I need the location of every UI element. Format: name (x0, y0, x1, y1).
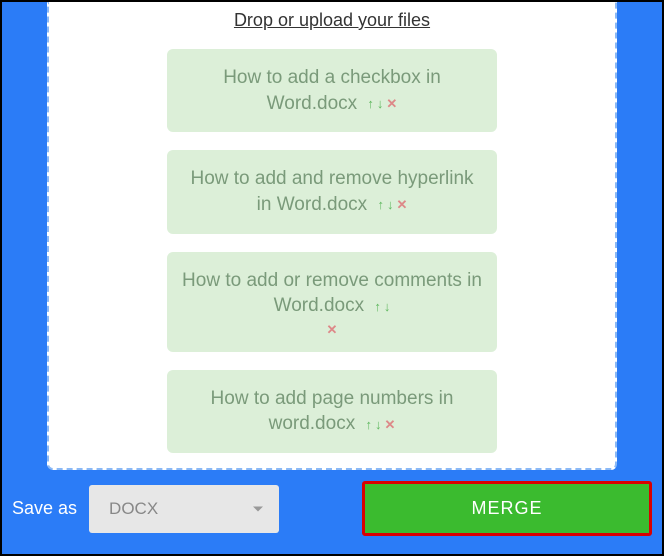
move-up-icon[interactable]: ↑ (367, 97, 374, 110)
dropzone[interactable]: Drop or upload your files How to add a c… (47, 2, 617, 470)
remove-icon[interactable]: ✕ (386, 97, 397, 110)
save-as-label: Save as (12, 498, 77, 519)
file-name: How to add or remove comments in Word.do… (182, 270, 482, 317)
move-up-icon[interactable]: ↑ (365, 418, 372, 431)
format-select[interactable]: DOCX (89, 485, 279, 533)
file-actions: ↑ ↓ (374, 300, 390, 313)
file-item[interactable]: How to add and remove hyperlink in Word.… (167, 150, 497, 233)
move-up-icon[interactable]: ↑ (374, 300, 381, 313)
move-down-icon[interactable]: ↓ (377, 97, 384, 110)
file-actions: ↑ ↓ ✕ (367, 97, 397, 110)
file-actions: ↑ ↓ ✕ (377, 198, 407, 211)
merge-button[interactable]: MERGE (362, 481, 652, 536)
file-item[interactable]: How to add or remove comments in Word.do… (167, 252, 497, 352)
move-down-icon[interactable]: ↓ (375, 418, 382, 431)
move-down-icon[interactable]: ↓ (384, 300, 391, 313)
dropzone-header[interactable]: Drop or upload your files (234, 10, 430, 31)
file-name: How to add and remove hyperlink in Word.… (190, 168, 473, 215)
remove-icon[interactable]: ✕ (396, 198, 407, 211)
move-up-icon[interactable]: ↑ (377, 198, 384, 211)
file-item[interactable]: How to add page numbers in word.docx ↑ ↓… (167, 370, 497, 453)
file-name: How to add page numbers in word.docx (211, 388, 454, 435)
file-actions: ✕ (327, 323, 338, 336)
bottom-bar: Save as DOCX MERGE (2, 481, 662, 536)
file-item[interactable]: How to add a checkbox in Word.docx ↑ ↓ ✕ (167, 49, 497, 132)
file-actions: ↑ ↓ ✕ (365, 418, 395, 431)
file-name: How to add a checkbox in Word.docx (223, 67, 441, 114)
move-down-icon[interactable]: ↓ (387, 198, 394, 211)
remove-icon[interactable]: ✕ (384, 418, 395, 431)
remove-icon[interactable]: ✕ (327, 323, 338, 336)
